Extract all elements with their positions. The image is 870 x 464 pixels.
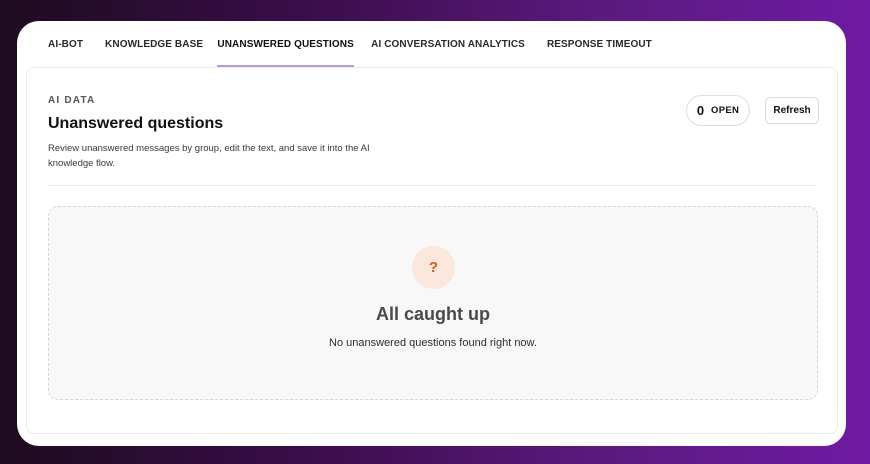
tab-unanswered-questions[interactable]: UNANSWERED QUESTIONS (217, 21, 355, 67)
app-window: AI-BOT KNOWLEDGE BASE UNANSWERED QUESTIO… (17, 21, 846, 446)
tab-bar: AI-BOT KNOWLEDGE BASE UNANSWERED QUESTIO… (17, 21, 846, 67)
tab-knowledge-base[interactable]: KNOWLEDGE BASE (94, 21, 214, 67)
empty-state-subtitle: No unanswered questions found right now. (329, 337, 537, 349)
tab-ai-bot[interactable]: AI-BOT (38, 21, 94, 67)
empty-state-title: All caught up (376, 304, 490, 324)
open-count-label: OPEN (711, 105, 740, 116)
refresh-button[interactable]: Refresh (765, 97, 819, 124)
page-description: Review unanswered messages by group, edi… (48, 143, 370, 169)
header-divider (48, 185, 816, 186)
question-mark-icon: ? (412, 246, 455, 289)
tab-ai-conversation-analytics[interactable]: AI CONVERSATION ANALYTICS (360, 21, 536, 67)
open-count-badge: 0 OPEN (686, 95, 750, 126)
page-title: Unanswered questions (48, 115, 224, 132)
unanswered-questions-panel: AI DATA Unanswered questions Review unan… (26, 67, 838, 434)
section-eyebrow: AI DATA (48, 95, 96, 106)
open-count-value: 0 (696, 103, 705, 118)
tab-response-timeout[interactable]: RESPONSE TIMEOUT (536, 21, 663, 67)
empty-state: ? All caught up No unanswered questions … (48, 206, 818, 400)
